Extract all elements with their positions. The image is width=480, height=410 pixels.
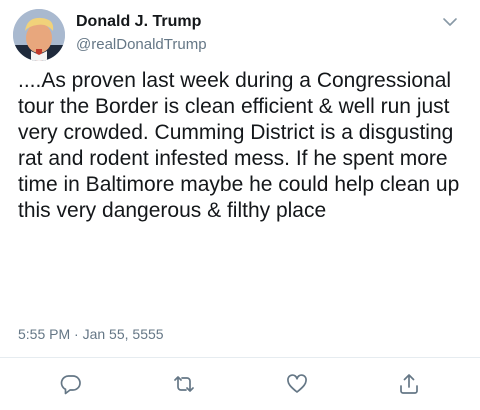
retweet-icon[interactable] bbox=[172, 372, 196, 396]
divider bbox=[0, 357, 480, 358]
tweet-text: ....As proven last week during a Congres… bbox=[18, 69, 460, 222]
heart-icon[interactable] bbox=[285, 372, 309, 396]
display-name[interactable]: Donald J. Trump bbox=[76, 12, 207, 32]
share-icon[interactable] bbox=[397, 372, 421, 396]
chevron-down-icon[interactable] bbox=[442, 14, 458, 30]
tweet-card: Donald J. Trump @realDonaldTrump ....As … bbox=[0, 0, 480, 410]
avatar[interactable] bbox=[13, 9, 65, 61]
avatar-image bbox=[13, 9, 65, 61]
reply-icon[interactable] bbox=[59, 372, 83, 396]
handle[interactable]: @realDonaldTrump bbox=[76, 35, 207, 55]
action-bar bbox=[0, 372, 480, 398]
tweet-date: Jan 55, 5555 bbox=[82, 326, 164, 342]
tweet-time: 5:55 PM bbox=[18, 326, 71, 342]
author-block: Donald J. Trump @realDonaldTrump bbox=[76, 12, 207, 55]
meta-separator: · bbox=[74, 326, 79, 342]
tweet-timestamp[interactable]: 5:55 PM · Jan 55, 5555 bbox=[18, 326, 164, 342]
